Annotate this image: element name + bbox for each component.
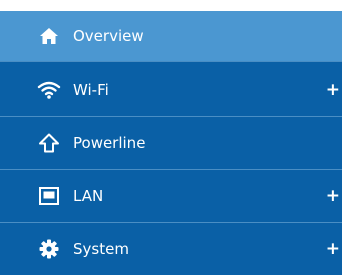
wifi-icon [36,77,62,103]
sidebar-nav: Overview Wi-Fi + Powerline LAN + System … [0,0,342,275]
expand-icon[interactable]: + [326,186,340,206]
sidebar-item-label: Wi-Fi [73,80,109,99]
sidebar-item-wifi[interactable]: Wi-Fi + [0,62,342,117]
sidebar-item-powerline[interactable]: Powerline [0,117,342,169]
sidebar-item-overview[interactable]: Overview [0,11,342,61]
expand-icon[interactable]: + [326,80,340,100]
powerline-icon [36,130,62,156]
gear-icon [36,236,62,262]
sidebar-item-lan[interactable]: LAN + [0,170,342,222]
sidebar-item-label: LAN [73,187,104,205]
lan-icon [36,183,62,209]
expand-icon[interactable]: + [326,239,340,259]
home-icon [36,23,62,49]
top-strip [0,0,342,11]
sidebar-item-label: System [73,240,129,258]
sidebar-item-system[interactable]: System + [0,223,342,275]
sidebar-item-label: Overview [73,27,144,45]
sidebar-item-label: Powerline [73,134,146,152]
